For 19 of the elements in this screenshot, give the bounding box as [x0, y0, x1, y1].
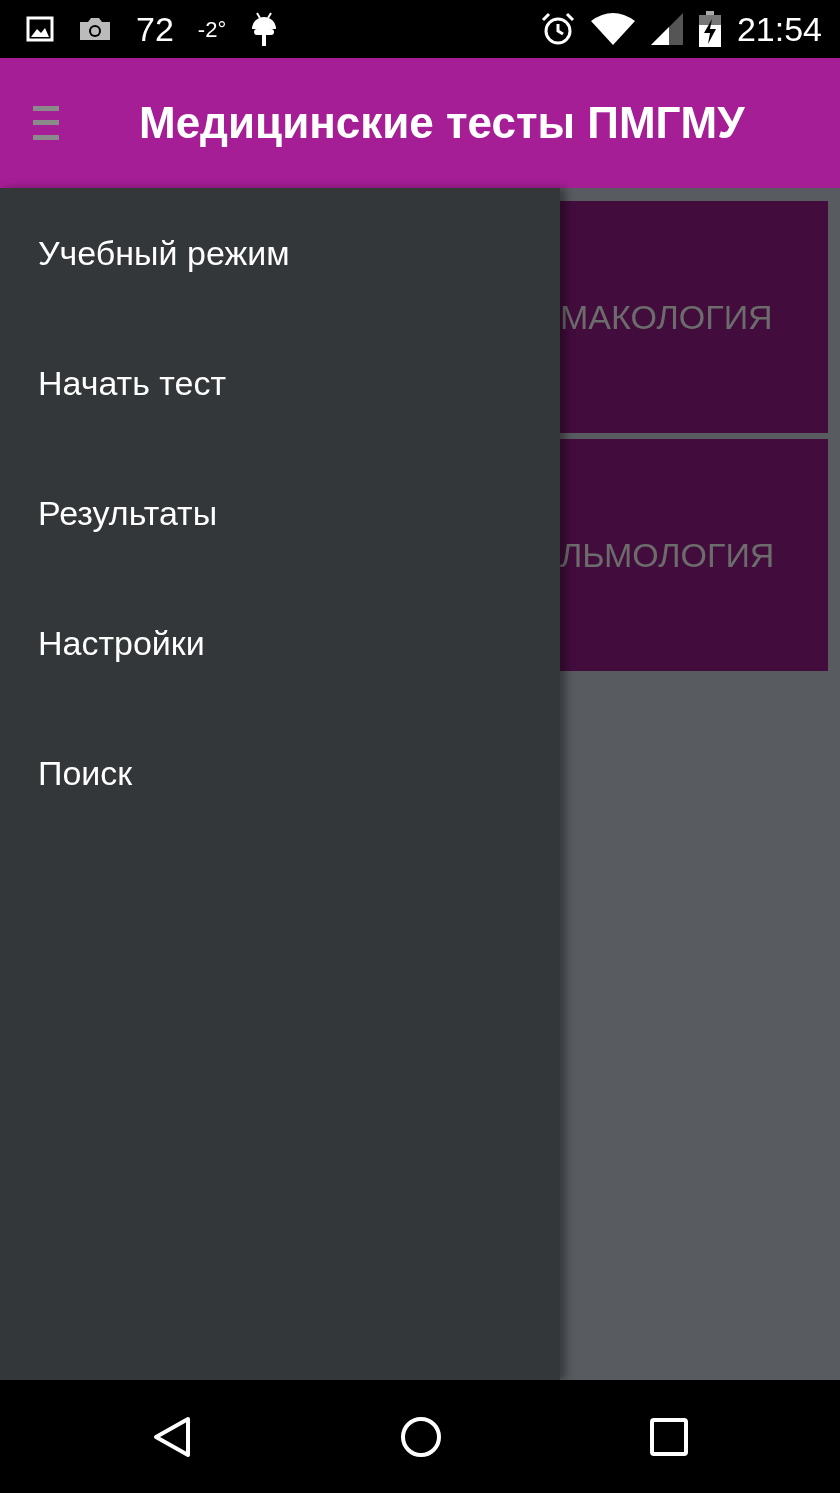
status-time: 21:54 [736, 8, 822, 50]
wifi-icon [590, 13, 635, 45]
signal-icon [650, 13, 683, 45]
status-text: -2° [197, 15, 227, 44]
android-icon [250, 11, 279, 47]
status-text: 72 [136, 8, 174, 50]
back-icon[interactable] [152, 1415, 192, 1458]
image-icon [26, 16, 54, 42]
camera-icon [78, 16, 112, 42]
recents-icon[interactable] [650, 1417, 688, 1456]
drawer-item[interactable]: Результаты [0, 448, 560, 578]
drawer-item[interactable]: Учебный режим [0, 188, 560, 318]
home-icon[interactable] [400, 1415, 442, 1458]
battery-charging-icon [698, 11, 721, 47]
drawer-item[interactable]: Настройки [0, 578, 560, 708]
drawer-item[interactable]: Поиск [0, 708, 560, 838]
alarm-icon [540, 12, 575, 46]
drawer-item[interactable]: Начать тест [0, 318, 560, 448]
app-title: Медицинские тесты ПМГМУ [139, 97, 745, 149]
